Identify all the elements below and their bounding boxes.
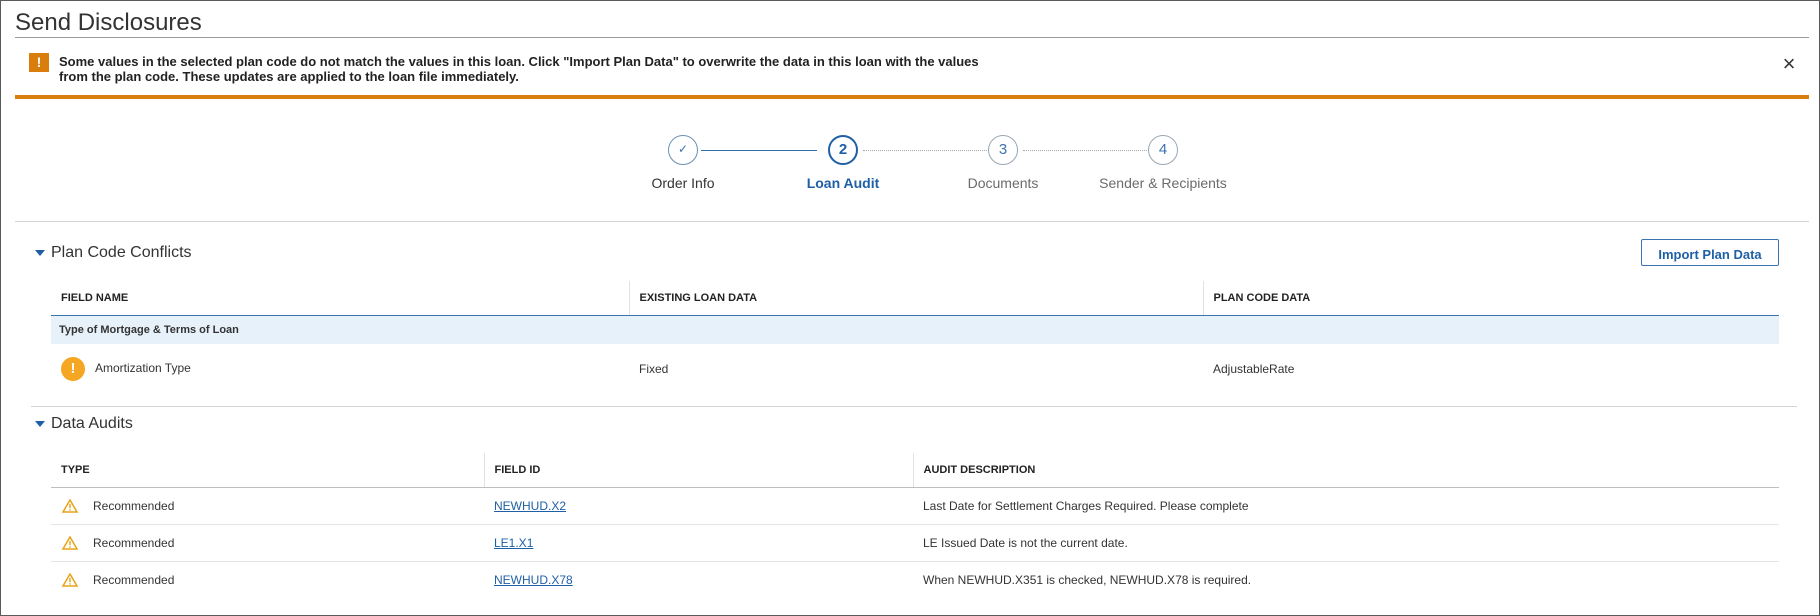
alert-icon: ! bbox=[29, 53, 49, 72]
column-header: FIELD ID bbox=[483, 453, 913, 488]
plan-code-warning-banner: ! Some values in the selected plan code … bbox=[15, 45, 1809, 99]
table-row: Recommended NEWHUD.X2 Last Date for Sett… bbox=[51, 487, 1779, 525]
table-row: Recommended NEWHUD.X78 When NEWHUD.X351 … bbox=[51, 562, 1779, 599]
field-id-cell: NEWHUD.X78 bbox=[484, 562, 913, 599]
field-name-cell: ! Amortization Type bbox=[51, 344, 629, 394]
data-audits-toggle[interactable]: Data Audits bbox=[35, 415, 133, 433]
data-audits-table: TYPE FIELD ID AUDIT DESCRIPTION Recommen… bbox=[51, 453, 1779, 598]
title-divider bbox=[15, 37, 1809, 38]
column-header: AUDIT DESCRIPTION bbox=[912, 453, 1779, 488]
audit-type-cell: Recommended bbox=[51, 487, 484, 525]
step-label: Documents bbox=[967, 175, 1039, 191]
group-row: Type of Mortgage & Terms of Loan bbox=[51, 315, 1779, 344]
import-plan-data-button[interactable]: Import Plan Data bbox=[1641, 239, 1779, 266]
column-header: EXISTING LOAN DATA bbox=[628, 281, 1203, 316]
table-row: Recommended LE1.X1 LE Issued Date is not… bbox=[51, 524, 1779, 562]
column-header: FIELD NAME bbox=[51, 281, 629, 316]
warning-triangle-icon bbox=[61, 499, 79, 514]
close-icon[interactable]: × bbox=[1777, 53, 1801, 77]
step-label: Loan Audit bbox=[806, 175, 880, 191]
field-id-link[interactable]: NEWHUD.X78 bbox=[494, 573, 573, 587]
field-id-cell: LE1.X1 bbox=[484, 524, 913, 562]
section-title: Data Audits bbox=[51, 415, 133, 432]
step-label: Order Info bbox=[651, 175, 715, 191]
column-header: PLAN CODE DATA bbox=[1202, 281, 1779, 316]
progress-stepper: ✓ Order Info 2 Loan Audit 3 Documents 4 … bbox=[1, 135, 1820, 195]
plan-code-conflicts-table: FIELD NAME EXISTING LOAN DATA PLAN CODE … bbox=[51, 281, 1779, 394]
step-order-info[interactable]: ✓ Order Info bbox=[603, 135, 763, 191]
warning-triangle-icon bbox=[61, 573, 79, 588]
step-documents[interactable]: 3 Documents bbox=[923, 135, 1083, 191]
table-row: ! Amortization Type Fixed AdjustableRate bbox=[51, 344, 1779, 394]
step-sender-recipients[interactable]: 4 Sender & Recipients bbox=[1083, 135, 1243, 191]
caret-down-icon bbox=[35, 249, 45, 256]
step-number: 2 bbox=[828, 135, 858, 165]
step-label: Sender & Recipients bbox=[1099, 175, 1227, 191]
existing-loan-data: Fixed bbox=[639, 362, 669, 376]
plan-code-data: AdjustableRate bbox=[1213, 362, 1295, 376]
audit-description: LE Issued Date is not the current date. bbox=[913, 524, 1779, 562]
audit-type: Recommended bbox=[93, 535, 175, 550]
alert-message: Some values in the selected plan code do… bbox=[59, 54, 979, 84]
plan-code-conflicts-toggle[interactable]: Plan Code Conflicts bbox=[35, 244, 192, 262]
audit-description: When NEWHUD.X351 is checked, NEWHUD.X78 … bbox=[923, 573, 1252, 587]
group-label: Type of Mortgage & Terms of Loan bbox=[51, 315, 1779, 344]
warning-triangle-icon bbox=[61, 536, 79, 551]
audit-description: Last Date for Settlement Charges Require… bbox=[913, 487, 1779, 525]
step-loan-audit[interactable]: 2 Loan Audit bbox=[763, 135, 923, 191]
step-number: 3 bbox=[988, 135, 1018, 165]
audit-type: Recommended bbox=[93, 572, 175, 587]
send-disclosures-dialog: Send Disclosures ! Some values in the se… bbox=[0, 0, 1820, 616]
field-name: Amortization Type bbox=[95, 361, 191, 376]
audit-type: Recommended bbox=[93, 498, 175, 513]
field-id-cell: NEWHUD.X2 bbox=[484, 487, 913, 525]
audit-type-cell: Recommended bbox=[51, 524, 484, 562]
step-number: 4 bbox=[1148, 135, 1178, 165]
audit-type-cell: Recommended bbox=[51, 562, 484, 599]
caret-down-icon bbox=[35, 420, 45, 427]
field-id-link[interactable]: LE1.X1 bbox=[494, 536, 533, 550]
section-divider bbox=[15, 221, 1809, 222]
section-title: Plan Code Conflicts bbox=[51, 244, 192, 261]
section-divider bbox=[31, 406, 1797, 407]
page-title: Send Disclosures bbox=[15, 9, 202, 36]
column-header: TYPE bbox=[51, 453, 484, 488]
warning-icon: ! bbox=[61, 357, 85, 381]
check-icon: ✓ bbox=[668, 135, 698, 165]
field-id-link[interactable]: NEWHUD.X2 bbox=[494, 499, 566, 513]
